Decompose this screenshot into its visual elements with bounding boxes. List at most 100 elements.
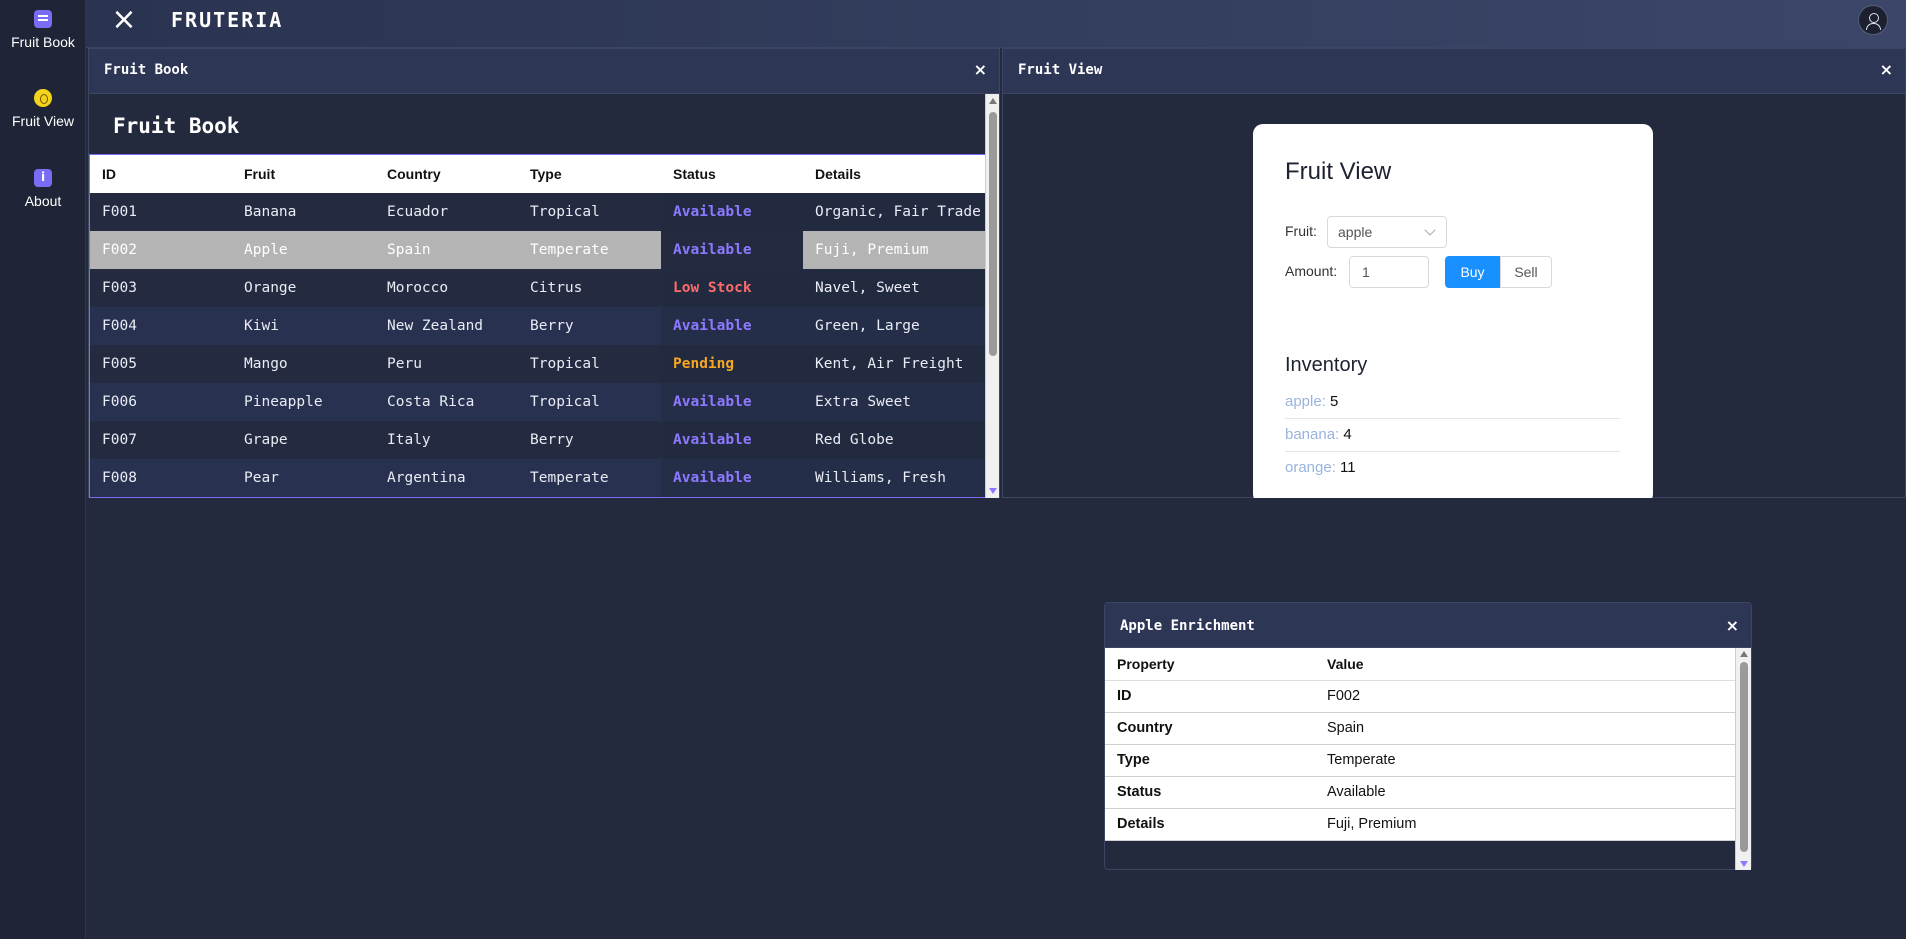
column-header-country[interactable]: Country	[375, 155, 518, 193]
table-row[interactable]: F005 Mango Peru Tropical Pending Kent, A…	[90, 345, 986, 383]
scroll-down-icon[interactable]	[989, 488, 997, 494]
sidebar-item-fruit-book[interactable]: Fruit Book	[0, 10, 86, 50]
cell-details: Green, Large	[803, 307, 986, 345]
inventory-item-name: apple:	[1285, 393, 1326, 410]
buy-button[interactable]: Buy	[1445, 256, 1500, 288]
cell-property: Status	[1105, 776, 1315, 809]
table-row[interactable]: F004 Kiwi New Zealand Berry Available Gr…	[90, 307, 986, 345]
fruit-book-panel: Fruit Book × Fruit Book ID Fruit Country	[88, 48, 1000, 498]
table-row[interactable]: F001 Banana Ecuador Tropical Available O…	[90, 193, 986, 231]
inventory-item-name: orange:	[1285, 459, 1336, 476]
cell-id: F005	[90, 345, 232, 383]
table-row[interactable]: F007 Grape Italy Berry Available Red Glo…	[90, 421, 986, 459]
cell-details: Fuji, Premium	[803, 231, 986, 269]
cell-status: Available	[661, 231, 803, 269]
scrollbar-thumb[interactable]	[1740, 662, 1748, 852]
fruit-label: Fruit:	[1285, 223, 1317, 239]
cell-details: Red Globe	[803, 421, 986, 459]
cell-fruit: Kiwi	[232, 307, 375, 345]
cell-fruit: Apple	[232, 231, 375, 269]
close-icon[interactable]: ×	[110, 5, 138, 35]
cell-details: Organic, Fair Trade	[803, 193, 986, 231]
sidebar-item-about[interactable]: About	[0, 169, 86, 209]
sell-button[interactable]: Sell	[1500, 256, 1552, 288]
user-avatar-icon[interactable]	[1858, 5, 1888, 35]
cell-details: Extra Sweet	[803, 383, 986, 421]
cell-country: Argentina	[375, 459, 518, 497]
panel-header: Apple Enrichment ×	[1105, 603, 1751, 648]
vertical-scrollbar[interactable]	[985, 94, 999, 498]
cell-status: Available	[661, 421, 803, 459]
app-title: FRUTERIA	[171, 8, 284, 32]
cell-fruit: Pineapple	[232, 383, 375, 421]
apple-enrichment-panel: Apple Enrichment × Property Value ID F00…	[1104, 602, 1752, 870]
book-icon	[34, 10, 52, 28]
cell-value: F002	[1315, 680, 1735, 713]
table-row: Country Spain	[1105, 712, 1735, 745]
page-title: Fruit Book	[113, 114, 240, 138]
column-header-value: Value	[1315, 648, 1735, 681]
sidebar-item-label: Fruit Book	[11, 34, 75, 50]
info-icon	[34, 169, 52, 187]
cell-status: Pending	[661, 345, 803, 383]
table-row[interactable]: F008 Pear Argentina Temperate Available …	[90, 459, 986, 497]
panel-title: Apple Enrichment	[1120, 618, 1255, 634]
cell-details: Kent, Air Freight	[803, 345, 986, 383]
cell-id: F006	[90, 383, 232, 421]
vertical-scrollbar[interactable]	[1735, 648, 1751, 870]
cell-type: Temperate	[518, 231, 661, 269]
table-row-selected[interactable]: F002 Apple Spain Temperate Available Fuj…	[90, 231, 986, 269]
amount-input[interactable]	[1349, 256, 1429, 288]
close-icon[interactable]: ×	[1726, 616, 1739, 635]
cell-country: Peru	[375, 345, 518, 383]
close-icon[interactable]: ×	[974, 60, 987, 79]
close-icon[interactable]: ×	[1880, 60, 1893, 79]
column-header-fruit[interactable]: Fruit	[232, 155, 375, 193]
table-row[interactable]: F006 Pineapple Costa Rica Tropical Avail…	[90, 383, 986, 421]
sidebar-item-label: About	[24, 193, 62, 209]
cell-details: Navel, Sweet	[803, 269, 986, 307]
cell-type: Citrus	[518, 269, 661, 307]
cell-country: Spain	[375, 231, 518, 269]
scroll-up-icon[interactable]	[989, 98, 997, 104]
cell-type: Tropical	[518, 345, 661, 383]
amount-label: Amount:	[1285, 263, 1338, 279]
scroll-down-icon[interactable]	[1740, 861, 1748, 867]
inventory-item-name: banana:	[1285, 426, 1340, 443]
inventory-item: orange: 11	[1285, 452, 1620, 485]
cell-country: Costa Rica	[375, 383, 518, 421]
cell-type: Temperate	[518, 459, 661, 497]
enrichment-table: Property Value ID F002 Country Spain Typ…	[1105, 648, 1735, 841]
cell-status: Low Stock	[661, 269, 803, 307]
inventory-item-count: 5	[1330, 393, 1339, 410]
cell-type: Tropical	[518, 383, 661, 421]
fruit-select[interactable]: apple	[1327, 216, 1447, 248]
cell-details: Williams, Fresh	[803, 459, 986, 497]
panel-header: Fruit Book ×	[89, 49, 999, 94]
cell-id: F008	[90, 459, 232, 497]
column-header-type[interactable]: Type	[518, 155, 661, 193]
top-bar: × FRUTERIA	[86, 0, 1906, 48]
fruit-icon	[34, 89, 52, 107]
table-row: ID F002	[1105, 680, 1735, 713]
fruit-table: ID Fruit Country Type Status Details F00…	[90, 155, 986, 497]
cell-property: Details	[1105, 808, 1315, 841]
column-header-property: Property	[1105, 648, 1315, 681]
cell-status: Available	[661, 193, 803, 231]
fruit-table-wrapper: ID Fruit Country Type Status Details F00…	[89, 154, 986, 498]
column-header-status[interactable]: Status	[661, 155, 803, 193]
cell-id: F004	[90, 307, 232, 345]
panel-title: Fruit Book	[104, 62, 189, 78]
cell-fruit: Banana	[232, 193, 375, 231]
column-header-id[interactable]: ID	[90, 155, 232, 193]
sidebar-item-fruit-view[interactable]: Fruit View	[0, 89, 86, 129]
scroll-up-icon[interactable]	[1740, 651, 1748, 657]
table-row[interactable]: F003 Orange Morocco Citrus Low Stock Nav…	[90, 269, 986, 307]
panel-body: Property Value ID F002 Country Spain Typ…	[1105, 648, 1751, 870]
panel-body: Fruit Book ID Fruit Country Type Status	[89, 94, 999, 498]
cell-id: F003	[90, 269, 232, 307]
scrollbar-thumb[interactable]	[989, 112, 997, 356]
cell-fruit: Orange	[232, 269, 375, 307]
cell-country: Italy	[375, 421, 518, 459]
column-header-details[interactable]: Details	[803, 155, 986, 193]
